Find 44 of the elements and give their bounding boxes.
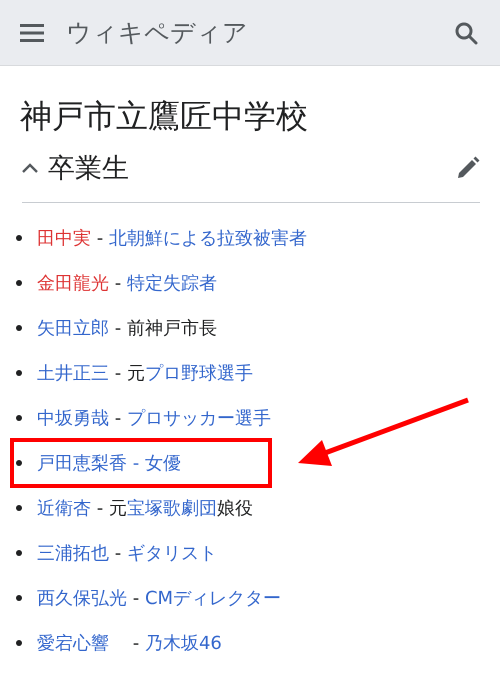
bullet-icon xyxy=(16,370,22,376)
article-link[interactable]: プロサッカー選手 xyxy=(126,408,271,428)
description-text: - xyxy=(114,272,122,294)
article-link[interactable]: CMディレクター xyxy=(144,588,282,608)
description-text: - xyxy=(96,228,104,248)
bullet-icon xyxy=(16,504,22,510)
collapse-chevron-icon[interactable] xyxy=(22,163,38,173)
description-text: - xyxy=(132,588,140,608)
description-text: - xyxy=(114,542,122,564)
article-link[interactable]: 乃木坂46 xyxy=(144,632,222,654)
article-link[interactable]: 戸田恵梨香 - 女優 xyxy=(37,453,181,474)
description-text: 娘役 xyxy=(216,498,253,518)
article-link[interactable]: ギタリスト xyxy=(126,542,217,564)
bullet-icon xyxy=(16,414,22,420)
article-link[interactable]: 土井正三 xyxy=(37,362,109,384)
bullet-icon xyxy=(16,550,22,556)
article-link[interactable]: プロ野球選手 xyxy=(144,362,253,384)
missing-article-link[interactable]: 金田龍光 xyxy=(37,272,109,294)
description-text: - 元 xyxy=(96,498,127,518)
description-text: - xyxy=(114,408,122,428)
pencil-icon[interactable] xyxy=(456,156,480,180)
bullet-icon xyxy=(16,234,22,240)
article-link[interactable]: 中坂勇哉 xyxy=(37,408,109,428)
missing-article-link[interactable]: 田中実 xyxy=(37,228,91,248)
bullet-icon xyxy=(16,460,22,466)
article-link[interactable]: 三浦拓也 xyxy=(37,542,109,564)
bullet-icon xyxy=(16,280,22,286)
article-link[interactable]: 宝塚歌劇団 xyxy=(126,498,217,518)
search-icon[interactable] xyxy=(454,20,478,44)
bullet-icon xyxy=(16,594,22,600)
article-link[interactable]: 北朝鮮による拉致被害者 xyxy=(108,228,307,248)
page-title: 神戸市立鷹匠中学校 xyxy=(20,97,309,136)
article-link[interactable]: 矢田立郎 xyxy=(37,318,109,338)
description-text: - 元 xyxy=(114,362,145,384)
description-text: - 前神戸市長 xyxy=(114,318,217,338)
bullet-icon xyxy=(16,640,22,646)
article-link[interactable]: 愛宕心響 xyxy=(37,632,109,654)
section-heading[interactable]: 卒業生 xyxy=(48,150,456,186)
article-link[interactable]: 近衛杏 xyxy=(37,498,91,518)
menu-icon[interactable] xyxy=(20,24,44,42)
article-link[interactable]: 西久保弘光 xyxy=(37,588,127,608)
description-text: - xyxy=(132,632,140,654)
bullet-icon xyxy=(16,324,22,330)
article-link[interactable]: 特定失踪者 xyxy=(126,272,217,294)
